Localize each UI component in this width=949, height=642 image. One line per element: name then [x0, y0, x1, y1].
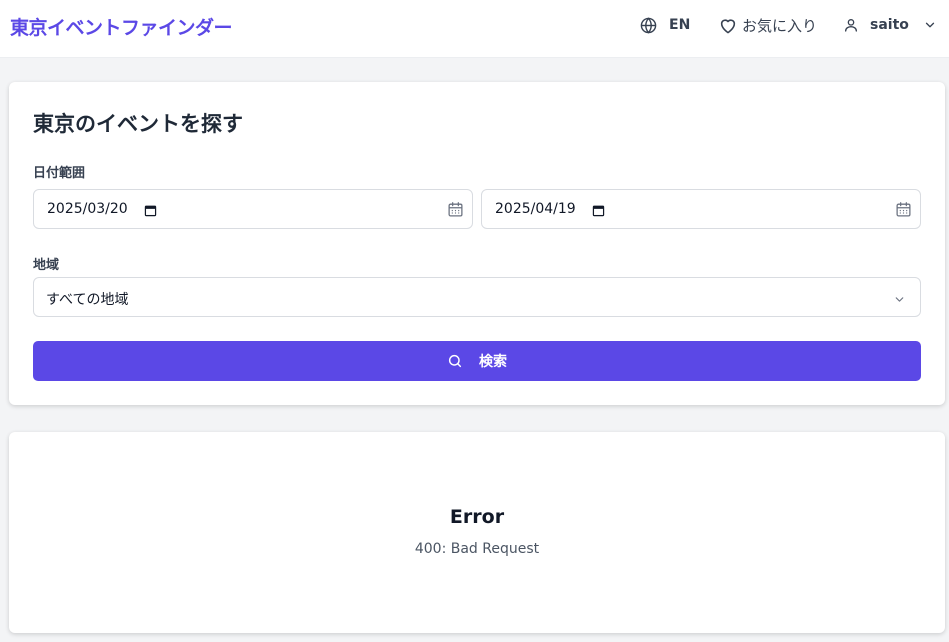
- error-title: Error: [449, 506, 505, 528]
- event-search-card: 東京のイベントを探す 日付範囲 2025/03/20 2025/04/19 地域…: [9, 82, 945, 405]
- language-label: EN: [669, 17, 691, 33]
- native-calendar-icon[interactable]: [144, 202, 157, 221]
- search-icon: [447, 353, 463, 369]
- chevron-down-icon: [893, 291, 906, 310]
- native-calendar-icon[interactable]: [592, 202, 605, 221]
- region-label: 地域: [33, 258, 60, 273]
- region-select[interactable]: すべての地域: [33, 277, 921, 317]
- start-date-value: 2025/03/20: [47, 201, 128, 217]
- user-menu-button[interactable]: saito: [843, 14, 937, 36]
- end-date-input[interactable]: 2025/04/19: [481, 189, 921, 229]
- calendar-icon[interactable]: [895, 201, 912, 222]
- error-card: Error 400: Bad Request: [9, 432, 945, 633]
- app-logo-title[interactable]: 東京イベントファインダー: [10, 13, 233, 40]
- globe-icon: [640, 16, 657, 34]
- heart-icon: [718, 16, 738, 35]
- search-button-label: 検索: [479, 354, 507, 370]
- language-switcher[interactable]: EN: [640, 14, 690, 36]
- error-message: 400: Bad Request: [414, 541, 540, 557]
- search-heading: 東京のイベントを探す: [33, 112, 243, 136]
- region-selected-value: すべての地域: [46, 292, 129, 308]
- favorites-link[interactable]: お気に入り: [718, 14, 817, 36]
- start-date-input[interactable]: 2025/03/20: [33, 189, 473, 229]
- top-nav-bar: 東京イベントファインダー EN お気に入り saito: [0, 0, 949, 58]
- user-icon: [843, 17, 859, 33]
- username-label: saito: [870, 17, 909, 33]
- end-date-value: 2025/04/19: [495, 201, 576, 217]
- date-range-label: 日付範囲: [33, 166, 86, 181]
- chevron-down-icon: [923, 18, 937, 32]
- calendar-icon[interactable]: [447, 201, 464, 222]
- favorites-label: お気に入り: [742, 16, 818, 35]
- search-button[interactable]: 検索: [33, 341, 921, 381]
